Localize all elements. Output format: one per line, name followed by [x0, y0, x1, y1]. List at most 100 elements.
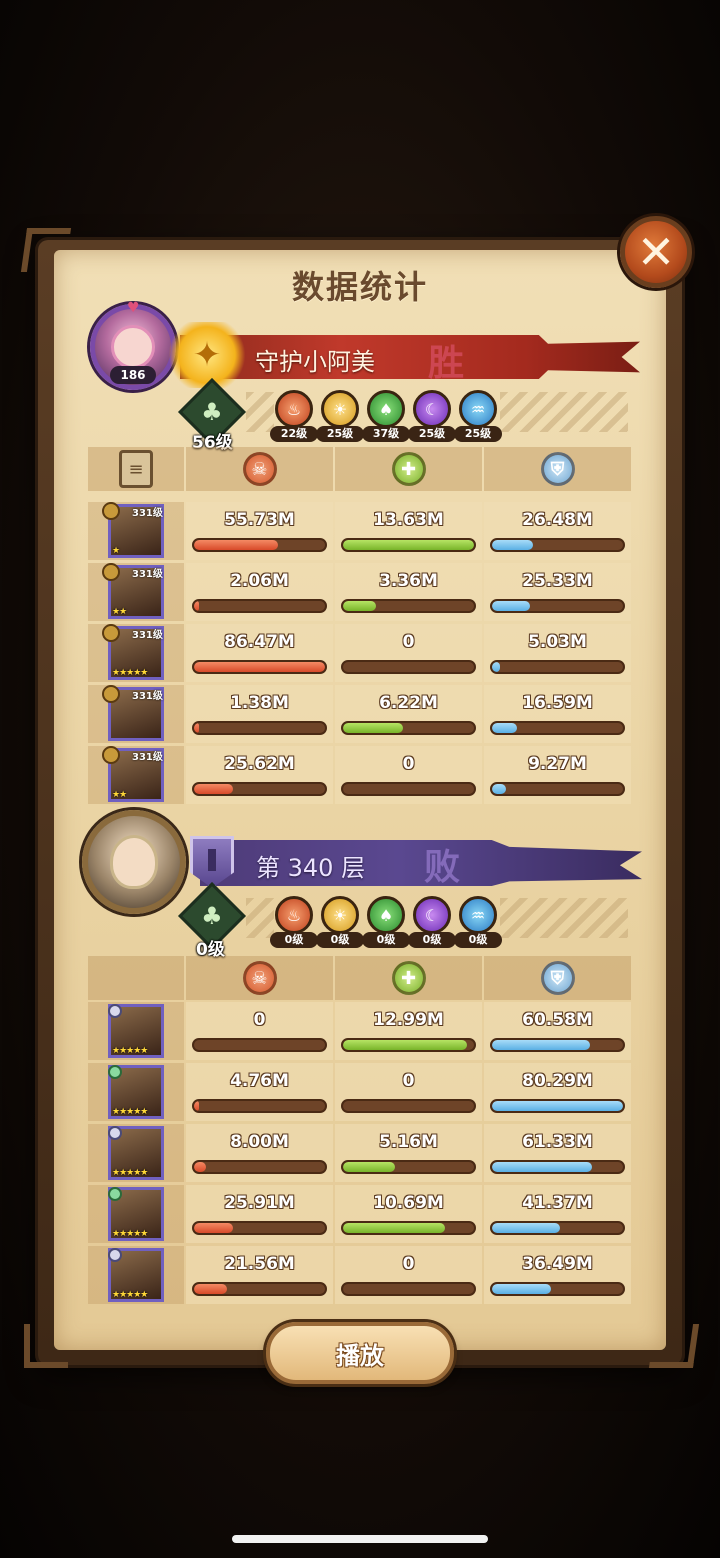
- damage-icon: ☠: [242, 452, 277, 486]
- hero-cell: ★★★★★: [88, 1124, 184, 1182]
- hero-cell: ★★★★★: [88, 1063, 184, 1121]
- heal-value: 6.22M: [379, 693, 438, 713]
- hero-level: 331级: [132, 691, 163, 702]
- heart-icon: ♥: [127, 300, 140, 316]
- hero-level: 331级: [132, 508, 163, 519]
- decorative-stripes: [500, 898, 628, 938]
- header-cell-damage: ☠: [186, 956, 333, 1000]
- player-level-badge: 186: [110, 366, 156, 384]
- shield-bar-fill: [492, 1101, 623, 1111]
- close-button[interactable]: ✕: [620, 216, 692, 288]
- fire-faction-icon: ♨: [275, 390, 313, 428]
- rank-medal-icon: [102, 685, 120, 703]
- heal-bar: [341, 782, 476, 796]
- faction-badge[interactable]: ☀ 25级: [316, 390, 364, 444]
- home-indicator[interactable]: [232, 1535, 488, 1543]
- faction-badge[interactable]: ☀ 0级: [316, 896, 364, 950]
- damage-bar: [192, 660, 327, 674]
- faction-level: 25级: [454, 426, 502, 442]
- heal-cell: 10.69M: [335, 1185, 482, 1243]
- shield-bar-fill: [492, 662, 500, 672]
- faction-badge[interactable]: ♨ 22级: [270, 390, 318, 444]
- hero-stars: ★★: [112, 790, 127, 800]
- forest-faction-icon: ♠: [367, 896, 405, 934]
- shield-value: 16.59M: [522, 693, 593, 713]
- light-faction-icon: ☀: [321, 390, 359, 428]
- shadow-faction-icon: ☾: [413, 896, 451, 934]
- damage-cell: 55.73M: [186, 502, 333, 560]
- shield-bar: [490, 1099, 625, 1113]
- hero-stat-row: ★★★★★ 25.91M 10.69M 41.37M: [88, 1185, 632, 1243]
- faction-level: 0级: [454, 932, 502, 948]
- shield-value: 5.03M: [528, 632, 587, 652]
- shield-bar-fill: [492, 1162, 592, 1172]
- avatar-portrait: [111, 325, 155, 369]
- hero-stat-row: 331级 ★★★★★ 86.47M 0 5.03M: [88, 624, 632, 682]
- shield-bar: [490, 1221, 625, 1235]
- damage-bar-fill: [194, 1223, 234, 1233]
- faction-badge[interactable]: ♒ 25级: [454, 390, 502, 444]
- heal-bar: [341, 538, 476, 552]
- heal-bar-fill: [343, 540, 474, 550]
- shield-value: 80.29M: [522, 1071, 593, 1091]
- stats-header: ≡ ☠ ✚ ⛨: [88, 447, 632, 491]
- result-win-label: 胜: [428, 343, 465, 384]
- hero-level: 331级: [132, 569, 163, 580]
- damage-bar-fill: [194, 1284, 227, 1294]
- shield-cell: 60.58M: [484, 1002, 631, 1060]
- shield-bar: [490, 599, 625, 613]
- damage-bar: [192, 721, 327, 735]
- heal-cell: 6.22M: [335, 685, 482, 743]
- rank-medal-icon: [102, 624, 120, 642]
- hero-stars: ★★★★★: [112, 668, 148, 678]
- rank-medal-icon: [108, 1004, 122, 1018]
- damage-cell: 2.06M: [186, 563, 333, 621]
- shield-cell: 25.33M: [484, 563, 631, 621]
- scroll-icon[interactable]: ≡: [119, 450, 153, 488]
- light-faction-icon: ☀: [321, 896, 359, 934]
- shield-cell: 26.48M: [484, 502, 631, 560]
- forest-faction-icon: ♠: [367, 390, 405, 428]
- faction-level: 0级: [316, 932, 364, 948]
- shield-value: 36.49M: [522, 1254, 593, 1274]
- damage-bar: [192, 538, 327, 552]
- hero-cell: ★★★★★: [88, 1185, 184, 1243]
- heal-bar: [341, 721, 476, 735]
- hero-stat-row: ★★★★★ 0 12.99M 60.58M: [88, 1002, 632, 1060]
- shield-value: 26.48M: [522, 510, 593, 530]
- heal-bar: [341, 599, 476, 613]
- damage-cell: 0: [186, 1002, 333, 1060]
- heal-bar: [341, 660, 476, 674]
- faction-level: 0级: [270, 932, 318, 948]
- rank-medal-icon: [102, 563, 120, 581]
- heal-bar: [341, 1038, 476, 1052]
- faction-badge[interactable]: ♠ 0级: [362, 896, 410, 950]
- damage-cell: 1.38M: [186, 685, 333, 743]
- shield-icon: ⛨: [540, 452, 575, 486]
- faction-badge[interactable]: ♠ 37级: [362, 390, 410, 444]
- faction-badge[interactable]: ☾ 0级: [408, 896, 456, 950]
- faction-badge[interactable]: ☾ 25级: [408, 390, 456, 444]
- play-button[interactable]: 播放: [266, 1322, 454, 1384]
- heal-bar: [341, 1282, 476, 1296]
- damage-value: 21.56M: [224, 1254, 295, 1274]
- close-icon: ✕: [636, 225, 676, 279]
- result-lose-label: 败: [424, 847, 461, 888]
- fire-faction-icon: ♨: [275, 896, 313, 934]
- shield-bar-fill: [492, 601, 530, 611]
- damage-value: 25.91M: [224, 1193, 295, 1213]
- header-cell-shield: ⛨: [484, 447, 631, 491]
- faction-badge[interactable]: ♨ 0级: [270, 896, 318, 950]
- heal-value: 3.36M: [379, 571, 438, 591]
- damage-bar: [192, 1099, 327, 1113]
- faction-badge[interactable]: ♒ 0级: [454, 896, 502, 950]
- hero-stars: ★★★★★: [112, 1290, 148, 1300]
- shield-bar: [490, 782, 625, 796]
- damage-cell: 25.91M: [186, 1185, 333, 1243]
- damage-bar-fill: [194, 784, 234, 794]
- hero-stars: ★★★★★: [112, 1229, 148, 1239]
- damage-value: 2.06M: [230, 571, 289, 591]
- shield-cell: 9.27M: [484, 746, 631, 804]
- hero-cell: ★★★★★: [88, 1246, 184, 1304]
- decorative-stripes: [500, 392, 628, 432]
